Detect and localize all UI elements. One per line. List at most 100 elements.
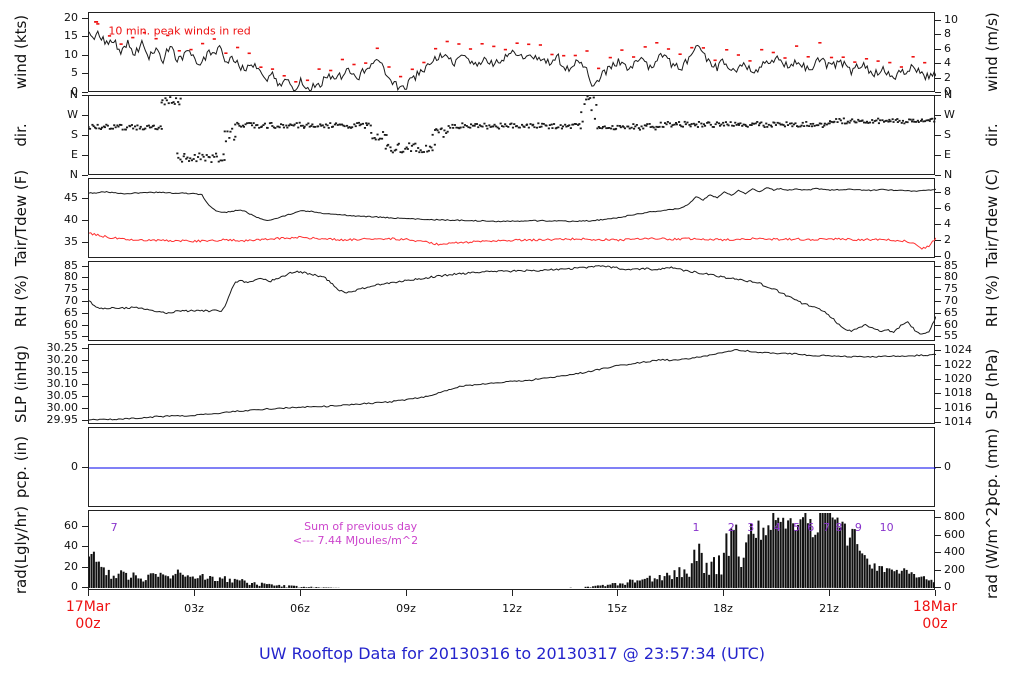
wind-direction-point	[578, 123, 581, 125]
solar-radiation-bar	[629, 579, 631, 588]
wind-direction-point	[213, 156, 216, 158]
solar-radiation-bar	[327, 587, 330, 588]
solar-radiation-bar	[134, 575, 137, 588]
wind-direction-point	[385, 134, 388, 136]
wind-10min-peaks-dash	[701, 47, 705, 49]
solar-radiation-bar	[866, 558, 869, 588]
solar-radiation-bar	[206, 578, 209, 588]
wind-direction-point	[537, 122, 540, 125]
solar-radiation-bar	[253, 582, 256, 588]
solar-radiation-bar	[643, 578, 646, 588]
wind-direction-point	[581, 120, 584, 123]
x-tick-label: 18z	[713, 602, 733, 615]
solar-radiation-bar	[787, 520, 790, 588]
solar-radiation-bar	[720, 574, 723, 588]
wind-direction-point	[532, 123, 535, 126]
wind-direction-point	[351, 126, 354, 129]
wind-10min-peaks-dash	[585, 50, 589, 52]
wind-direction-point	[178, 103, 181, 106]
solar-radiation-bar	[893, 571, 896, 588]
solar-radiation-bar	[676, 577, 678, 588]
solar-radiation-bar	[848, 537, 851, 588]
solar-radiation-bar	[300, 587, 303, 588]
wind-direction-point	[106, 124, 109, 127]
wind-10min-peaks-dash	[177, 50, 181, 52]
right-tick-mark	[935, 92, 941, 93]
solar-radiation-bar	[275, 585, 278, 588]
wind-direction-point	[431, 149, 434, 152]
solar-radiation-bar	[863, 555, 866, 588]
wind-direction-point	[363, 127, 366, 129]
solar-radiation-bar	[718, 555, 720, 588]
wind-10min-peaks-dash	[818, 42, 822, 44]
solar-radiation-bar	[149, 573, 152, 588]
wind-direction-point	[336, 124, 339, 126]
wind-direction-point	[737, 124, 740, 126]
panel-tair_tdew	[88, 178, 936, 258]
solar-radiation-bar	[204, 579, 207, 588]
wind-direction-point	[376, 133, 379, 136]
wind-10min-peaks-dash	[783, 57, 787, 59]
axis-title-rad-right: rad (W/m^2)	[983, 501, 1001, 599]
wind-direction-point	[521, 123, 524, 126]
wind-direction-point	[382, 131, 385, 133]
x-tick-mark	[194, 590, 195, 596]
wind-direction-point	[887, 120, 890, 123]
solar-radiation-bar	[154, 574, 157, 588]
solar-radiation-bar	[727, 555, 730, 588]
wind-10min-peaks-dash	[666, 48, 671, 50]
left-tick-mark	[82, 277, 88, 278]
wind-10min-peaks-dash	[364, 62, 368, 64]
solar-radiation-bar	[843, 523, 846, 588]
wind-direction-point	[616, 124, 619, 127]
solar-radiation-bar	[92, 551, 95, 588]
wind-direction-point	[282, 124, 285, 126]
right-tick-mark	[935, 570, 941, 571]
wind-direction-point	[182, 155, 185, 158]
wind-direction-point	[701, 125, 704, 128]
solar-radiation-bar	[930, 579, 933, 588]
wind-direction-point	[437, 131, 440, 134]
wind-direction-point	[425, 144, 428, 147]
solar-radiation-bar	[797, 524, 799, 588]
wind-direction-point	[590, 109, 593, 112]
left-tick-mark	[82, 372, 88, 373]
left-tick-mark	[82, 220, 88, 221]
wind-direction-point	[327, 127, 330, 129]
wind-direction-point	[263, 122, 266, 125]
wind-direction-point	[510, 122, 513, 125]
wind-direction-point	[723, 124, 726, 127]
wind-direction-point	[790, 122, 793, 125]
meteogram-figure: 10 min. peak winds in red 7 Sum of previou…	[0, 0, 1024, 700]
wind-direction-point	[485, 125, 488, 127]
wind-10min-peaks-dash	[340, 58, 344, 61]
solar-radiation-bar	[594, 585, 597, 588]
wind-10min-peaks-dash	[527, 43, 531, 46]
solar-radiation-bar	[122, 571, 125, 588]
wind-direction-point	[692, 122, 695, 125]
wind-10min-peaks-dash	[503, 48, 507, 51]
wind-direction-point	[293, 123, 296, 126]
solar-radiation-bar	[680, 577, 683, 588]
wind-direction-point	[823, 124, 826, 127]
solar-radiation-bar	[223, 576, 226, 588]
solar-radiation-bar	[898, 573, 901, 588]
solar-radiation-bar	[888, 568, 891, 588]
solar-radiation-bar	[302, 586, 305, 588]
solar-radiation-bar	[95, 561, 98, 588]
wind-direction-point	[712, 126, 715, 128]
left-tick-label: N	[69, 168, 78, 181]
wind-direction-point	[493, 123, 496, 126]
wind-direction-point	[638, 128, 641, 131]
solar-radiation-bar	[157, 576, 160, 588]
left-tick-mark	[82, 92, 88, 93]
wind-direction-point	[783, 125, 786, 128]
solar-radiation-bar	[895, 569, 898, 588]
wind-direction-point	[931, 117, 934, 120]
solar-radiation-bar	[102, 567, 105, 588]
left-tick-mark	[82, 198, 88, 199]
wind-direction-point	[160, 128, 163, 130]
wind-direction-point	[405, 146, 408, 149]
wind-direction-point	[774, 124, 777, 126]
wind-10min-peaks-dash	[841, 56, 845, 58]
